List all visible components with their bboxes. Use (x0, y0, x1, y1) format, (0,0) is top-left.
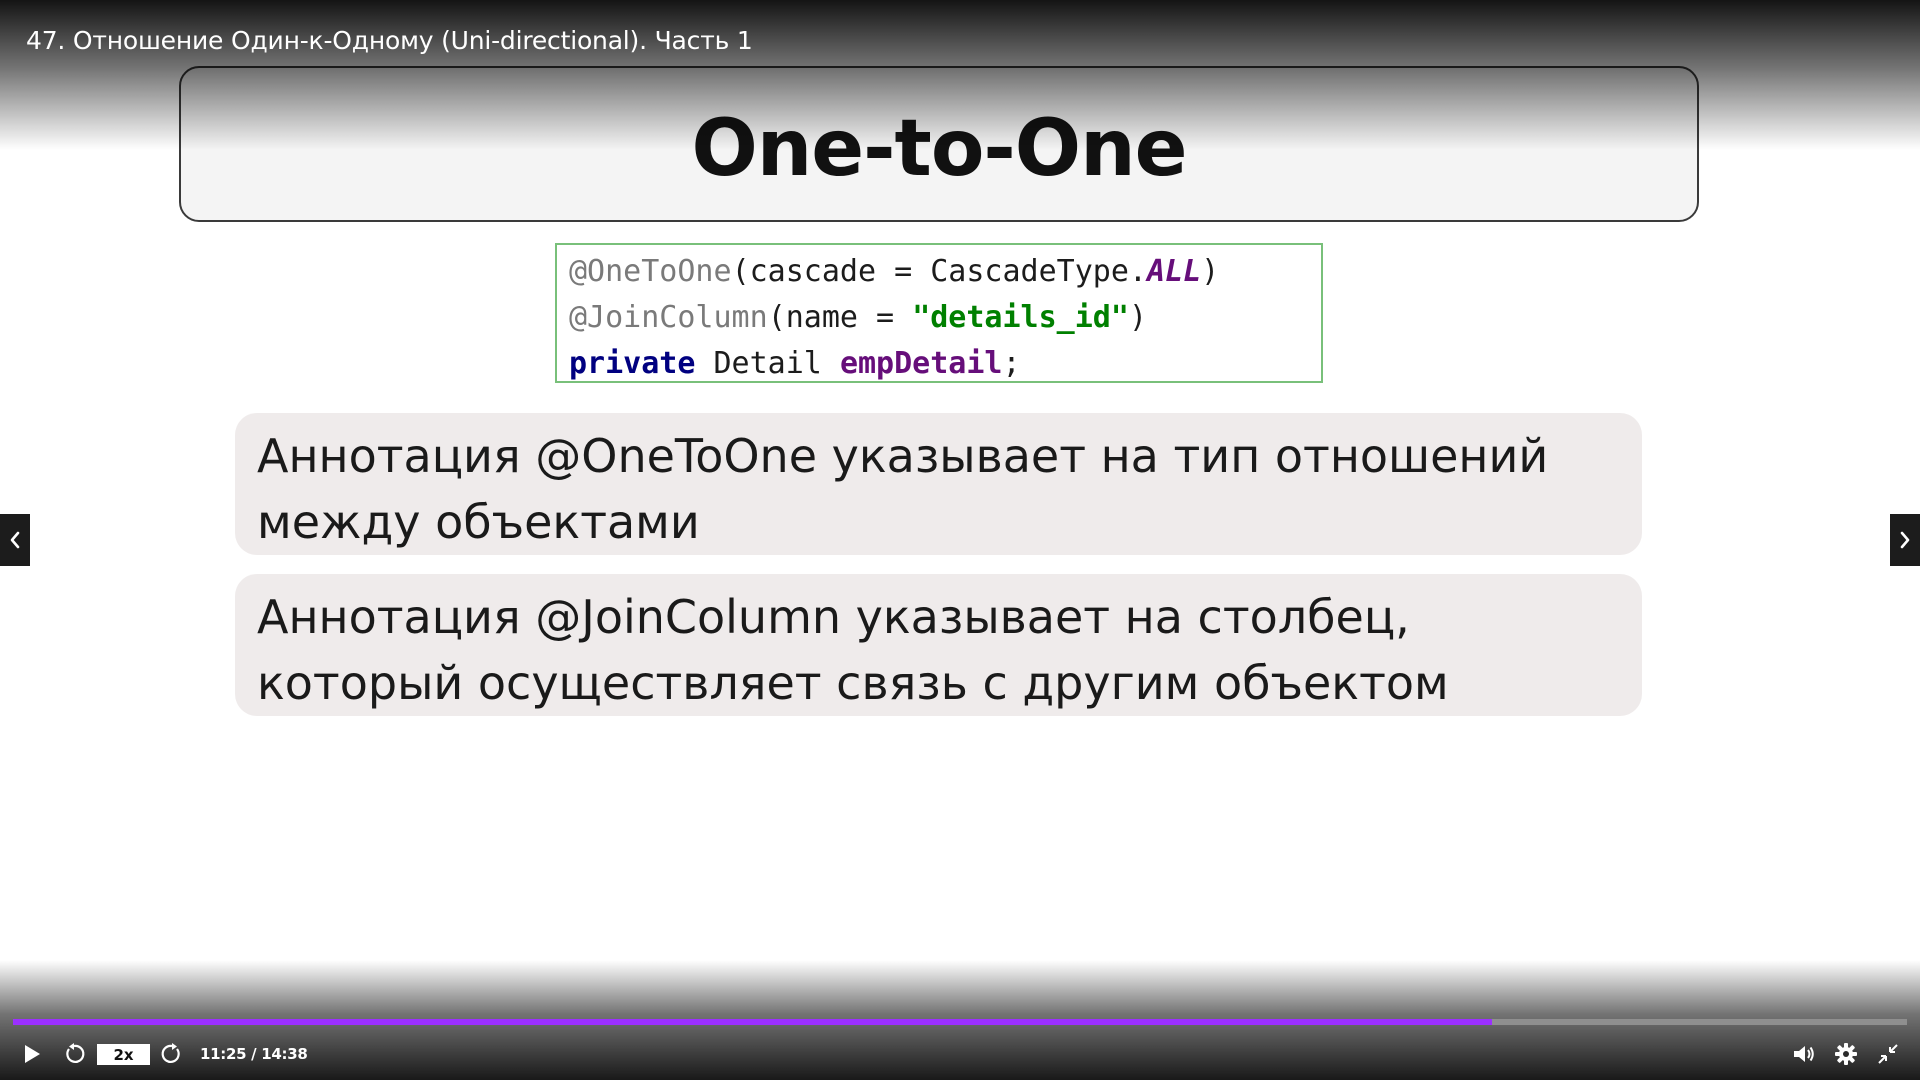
settings-button[interactable] (1828, 1033, 1864, 1075)
code-line-1: @OneToOne(cascade = CascadeType.ALL) (569, 254, 1220, 289)
chevron-right-icon (1900, 531, 1910, 549)
prev-lesson-button[interactable] (0, 514, 30, 566)
playback-speed-button[interactable]: 2x (97, 1044, 150, 1065)
code-snippet: @OneToOne(cascade = CascadeType.ALL) @Jo… (555, 243, 1323, 383)
play-icon (25, 1045, 40, 1063)
exit-fullscreen-icon (1878, 1044, 1898, 1064)
volume-button[interactable] (1786, 1033, 1822, 1075)
bullet-onetoone: Аннотация @OneToOne указывает на тип отн… (235, 413, 1642, 555)
code-line-3: private Detail empDetail; (569, 346, 1021, 381)
time-total: 14:38 (261, 1045, 308, 1063)
code-line-2: @JoinColumn(name = "details_id") (569, 300, 1147, 335)
time-separator: / (246, 1045, 262, 1063)
exit-fullscreen-button[interactable] (1870, 1033, 1906, 1075)
next-lesson-button[interactable] (1890, 514, 1920, 566)
slide-title: One-to-One (691, 104, 1187, 194)
forward-icon (161, 1043, 180, 1063)
time-display: 11:25 / 14:38 (200, 1033, 308, 1075)
bullet-joincolumn: Аннотация @JoinColumn указывает на столб… (235, 574, 1642, 716)
progress-bar[interactable] (13, 1019, 1907, 1025)
play-button[interactable] (14, 1033, 50, 1075)
rewind-icon (66, 1043, 85, 1063)
video-title: 47. Отношение Один-к-Одному (Uni-directi… (26, 26, 753, 55)
volume-icon (1794, 1046, 1814, 1062)
chevron-left-icon (10, 531, 20, 549)
progress-played (13, 1019, 1493, 1025)
time-current: 11:25 (200, 1045, 247, 1063)
forward-button[interactable] (154, 1033, 190, 1075)
slide-title-box: One-to-One (179, 66, 1699, 222)
gear-icon (1835, 1043, 1857, 1065)
player-controls: 2x 11:25 / 14:38 (0, 1033, 1920, 1075)
rewind-button[interactable] (56, 1033, 92, 1075)
